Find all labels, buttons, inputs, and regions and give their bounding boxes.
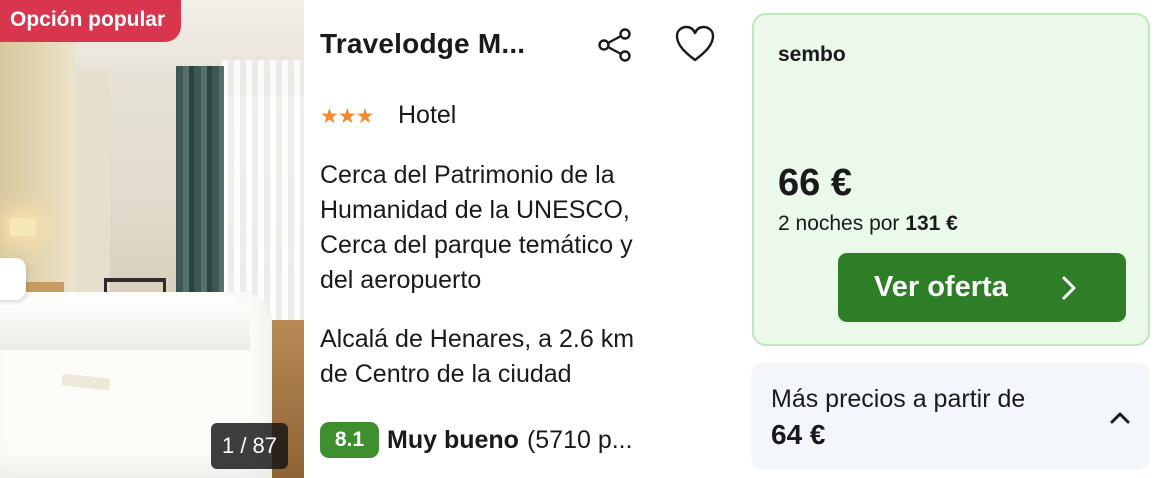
photo-lamp <box>10 218 36 236</box>
hotel-name[interactable]: Travelodge M... <box>320 28 525 60</box>
heart-icon[interactable] <box>674 24 716 64</box>
more-prices-value: 64 € <box>771 419 826 450</box>
deal-provider: sembo <box>778 43 846 66</box>
view-deal-label: Ver oferta <box>874 271 1008 303</box>
review-score-badge: 8.1 <box>320 422 379 458</box>
chevron-right-icon <box>1062 276 1076 300</box>
deal-total-value: 131 € <box>905 212 958 235</box>
review-rating-label: Muy bueno <box>387 425 519 454</box>
chevron-up-icon[interactable] <box>1108 409 1132 427</box>
hotel-photo[interactable]: Opción popular 1 / 87 <box>0 0 304 478</box>
hotel-info: Travelodge M... ★★★ Hotel Cerca del Patr… <box>320 0 730 478</box>
review-rating[interactable]: 8.1 Muy bueno (5710 p... <box>320 421 633 459</box>
star-rating: ★★★ <box>320 105 374 128</box>
popular-badge: Opción popular <box>0 0 182 42</box>
photo-bed-fold <box>0 298 250 350</box>
photo-counter: 1 / 87 <box>211 423 288 469</box>
hotel-description: Cerca del Patrimonio de la Humanidad de … <box>320 161 633 294</box>
hotel-type: Hotel <box>398 101 457 129</box>
more-prices-label: Más precios a partir de <box>771 385 1026 413</box>
view-deal-button[interactable]: Ver oferta <box>838 253 1126 322</box>
deal-price: 66 € <box>778 162 852 204</box>
photo-pillow <box>0 258 26 300</box>
review-count: (5710 p... <box>526 425 633 454</box>
photo-curtain <box>176 66 224 326</box>
photo-sheer-curtain <box>222 60 304 330</box>
deal-total: 2 noches por 131 € <box>778 212 958 236</box>
share-icon[interactable] <box>596 26 634 64</box>
deal-card[interactable]: sembo 66 € 2 noches por 131 € Ver oferta <box>752 13 1150 346</box>
hotel-location: Alcalá de Henares, a 2.6 km de Centro de… <box>320 325 635 388</box>
deal-total-prefix: 2 noches por <box>778 212 900 235</box>
more-prices-panel[interactable]: Más precios a partir de 64 € <box>751 363 1150 470</box>
